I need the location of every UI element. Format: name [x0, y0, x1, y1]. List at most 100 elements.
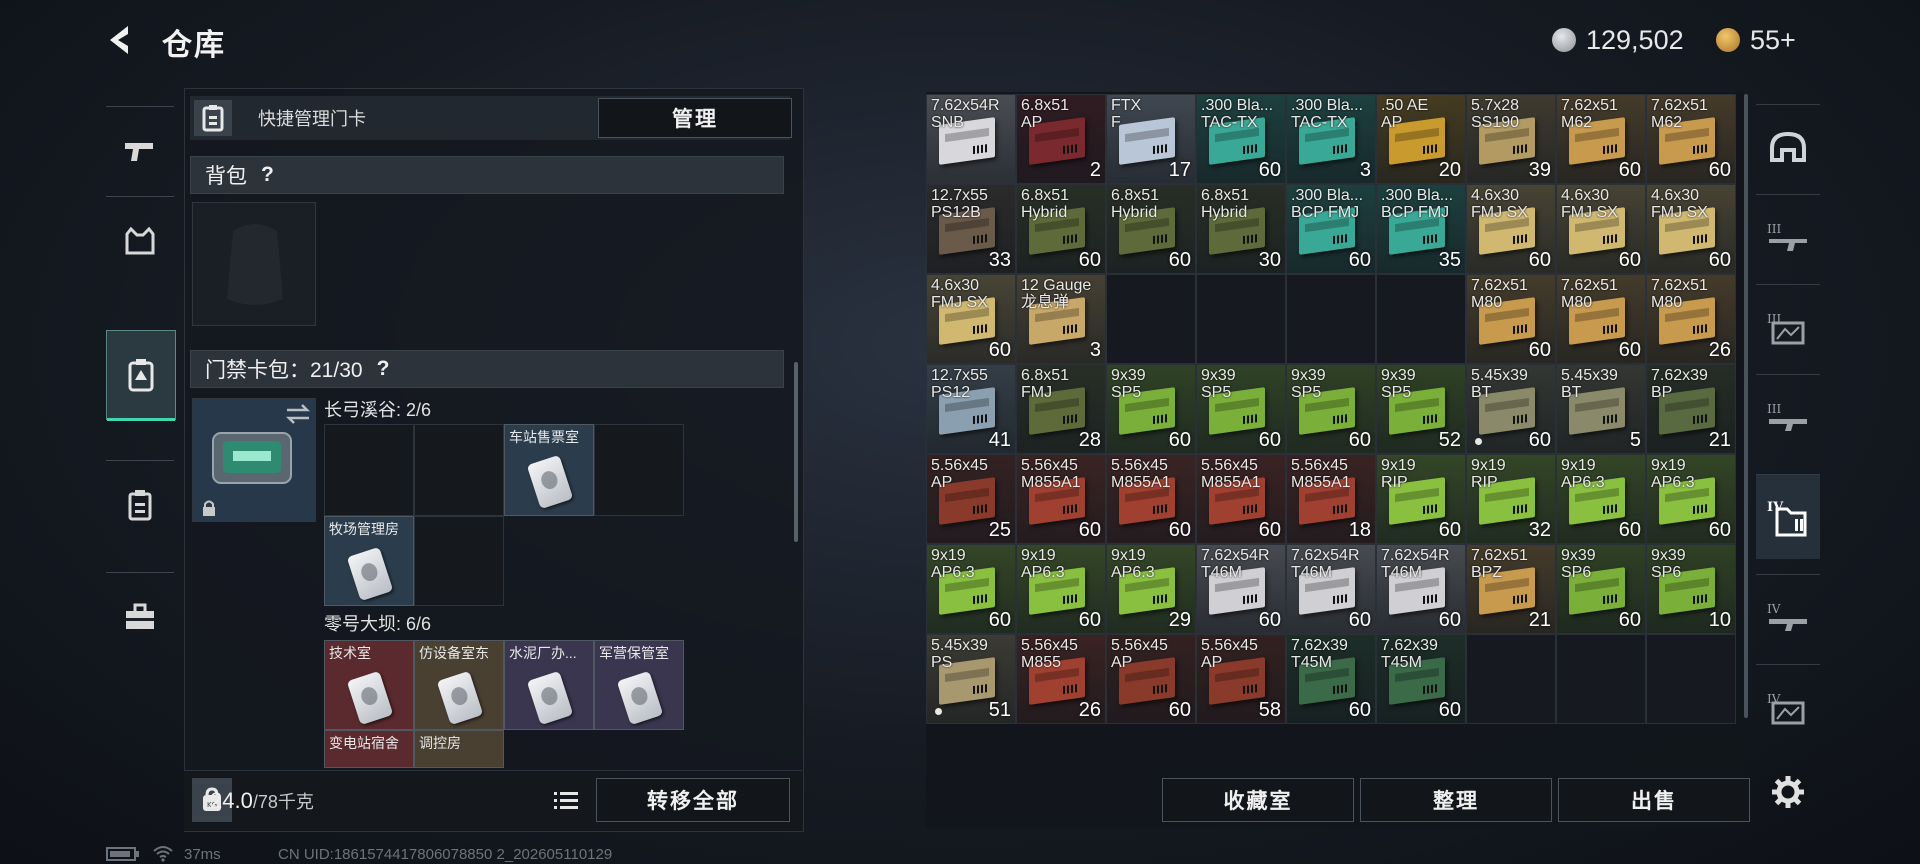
inventory-item[interactable]: 7.62x39 T45M 60 [1286, 634, 1376, 724]
tab-tier3-rifle[interactable]: III [1756, 194, 1820, 279]
inventory-slot-empty[interactable] [1556, 634, 1646, 724]
backpack-slot[interactable] [192, 202, 316, 326]
inventory-item[interactable]: 9x39 SP5 60 [1106, 364, 1196, 454]
keycard-item[interactable]: 军营保管室 [594, 640, 684, 730]
card-slot-empty[interactable] [414, 516, 504, 606]
inventory-item[interactable]: .300 Bla... TAC-TX 60 [1196, 94, 1286, 184]
tab-keycards[interactable] [106, 330, 176, 421]
inventory-item[interactable]: 7.62x51 M62 60 [1646, 94, 1736, 184]
tab-helmet[interactable] [1756, 104, 1820, 189]
inventory-item[interactable]: .300 Bla... BCP FMJ 35 [1376, 184, 1466, 274]
inventory-item[interactable]: 9x19 AP6.3 60 [1016, 544, 1106, 634]
swap-arrows-icon[interactable] [285, 403, 311, 425]
settings-button[interactable] [1756, 750, 1820, 834]
inventory-item[interactable]: 5.56x45 M855 26 [1016, 634, 1106, 724]
inventory-item[interactable]: 12 Gauge 龙息弹 3 [1016, 274, 1106, 364]
inventory-item[interactable]: 9x39 SP6 60 [1556, 544, 1646, 634]
tab-clipboard[interactable] [106, 460, 174, 549]
inventory-slot-empty[interactable] [1646, 634, 1736, 724]
inventory-item[interactable]: 5.7x28 SS190 39 [1466, 94, 1556, 184]
inventory-item[interactable]: 7.62x51 M80 60 [1556, 274, 1646, 364]
backpack-help-icon[interactable]: ? [261, 163, 274, 187]
inventory-item[interactable]: 5.56x45 M855A1 60 [1016, 454, 1106, 544]
inventory-slot-empty[interactable] [1106, 274, 1196, 364]
inventory-item[interactable]: 9x19 AP6.3 29 [1106, 544, 1196, 634]
inventory-item[interactable]: 9x39 SP5 60 [1196, 364, 1286, 454]
keycard-item[interactable]: 调控房 [414, 730, 504, 768]
keycard-item[interactable]: 水泥厂办... [504, 640, 594, 730]
list-view-button[interactable] [546, 782, 586, 818]
inventory-item[interactable]: 5.56x45 AP 25 [926, 454, 1016, 544]
inventory-item[interactable]: 9x39 SP5 60 [1286, 364, 1376, 454]
inventory-item[interactable]: 5.45x39 BT 60 [1466, 364, 1556, 454]
inventory-item[interactable]: 9x39 SP5 52 [1376, 364, 1466, 454]
keycard-item[interactable]: 技术室 [324, 640, 414, 730]
inventory-item[interactable]: 12.7x55 PS12B 33 [926, 184, 1016, 274]
tab-toolbox[interactable] [106, 572, 174, 661]
inventory-item[interactable]: FTX F 17 [1106, 94, 1196, 184]
transfer-all-button[interactable]: 转移全部 [596, 778, 790, 822]
inventory-item[interactable]: 7.62x54R T46M 60 [1196, 544, 1286, 634]
inventory-item[interactable]: 5.45x39 BT 5 [1556, 364, 1646, 454]
inventory-item[interactable]: 9x39 SP6 10 [1646, 544, 1736, 634]
tab-tier3-map[interactable]: III [1756, 284, 1820, 369]
keycard-wallet-slot[interactable] [192, 398, 316, 522]
inventory-item[interactable]: .300 Bla... TAC-TX 3 [1286, 94, 1376, 184]
back-arrow-icon[interactable] [104, 22, 140, 58]
inventory-item[interactable]: 7.62x51 M62 60 [1556, 94, 1646, 184]
inventory-item[interactable]: 5.56x45 M855A1 60 [1196, 454, 1286, 544]
collection-room-button[interactable]: 收藏室 [1162, 778, 1354, 822]
card-slot-empty[interactable] [414, 424, 504, 516]
card-pack-help-icon[interactable]: ? [377, 357, 390, 381]
sell-button[interactable]: 出售 [1558, 778, 1750, 822]
inventory-item[interactable]: 7.62x51 M80 60 [1466, 274, 1556, 364]
inventory-item[interactable]: 7.62x54R T46M 60 [1286, 544, 1376, 634]
tab-weapons[interactable] [106, 106, 174, 195]
inventory-item[interactable]: 12.7x55 PS12 41 [926, 364, 1016, 454]
tab-armor[interactable] [106, 196, 174, 285]
inventory-item[interactable]: 6.8x51 FMJ 28 [1016, 364, 1106, 454]
inventory-item[interactable]: .50 AE AP 20 [1376, 94, 1466, 184]
inventory-item[interactable]: 9x19 RIP 60 [1376, 454, 1466, 544]
keycard-item[interactable]: 仿设备室东 [414, 640, 504, 730]
inventory-item[interactable]: 5.56x45 M855A1 18 [1286, 454, 1376, 544]
inventory-item[interactable]: 9x19 RIP 32 [1466, 454, 1556, 544]
inventory-item[interactable]: 7.62x51 BPZ 21 [1466, 544, 1556, 634]
inventory-item[interactable]: 6.8x51 Hybrid 60 [1106, 184, 1196, 274]
inventory-item[interactable]: 5.45x39 PS 51 [926, 634, 1016, 724]
card-slot-empty[interactable] [324, 424, 414, 516]
inventory-slot-empty[interactable] [1376, 274, 1466, 364]
currency-premium[interactable]: 55+ [1716, 22, 1796, 58]
inventory-slot-empty[interactable] [1196, 274, 1286, 364]
inventory-item[interactable]: 9x19 AP6.3 60 [926, 544, 1016, 634]
inventory-slot-empty[interactable] [1466, 634, 1556, 724]
inventory-item[interactable]: 9x19 AP6.3 60 [1646, 454, 1736, 544]
inventory-slot-empty[interactable] [1286, 274, 1376, 364]
inventory-item[interactable]: 5.56x45 M855A1 60 [1106, 454, 1196, 544]
inventory-item[interactable]: 6.8x51 Hybrid 30 [1196, 184, 1286, 274]
sort-button[interactable]: 整理 [1360, 778, 1552, 822]
inventory-scrollbar[interactable] [1744, 94, 1748, 718]
inventory-item[interactable]: 4.6x30 FMJ SX 60 [1646, 184, 1736, 274]
inventory-item[interactable]: 7.62x39 BP 21 [1646, 364, 1736, 454]
inventory-item[interactable]: .300 Bla... BCP FMJ 60 [1286, 184, 1376, 274]
tab-tier4-map[interactable]: IV [1756, 664, 1820, 749]
inventory-item[interactable]: 7.62x54R T46M 60 [1376, 544, 1466, 634]
card-slot-empty[interactable] [594, 424, 684, 516]
inventory-item[interactable]: 5.56x45 AP 58 [1196, 634, 1286, 724]
inventory-item[interactable]: 4.6x30 FMJ SX 60 [1466, 184, 1556, 274]
keycard-item[interactable]: 变电站宿舍 [324, 730, 414, 768]
keycard-item[interactable]: 牧场管理房 [324, 516, 414, 606]
inventory-item[interactable]: 6.8x51 Hybrid 60 [1016, 184, 1106, 274]
inventory-item[interactable]: 6.8x51 AP 2 [1016, 94, 1106, 184]
inventory-item[interactable]: 5.56x45 AP 60 [1106, 634, 1196, 724]
inventory-item[interactable]: 7.62x51 M80 26 [1646, 274, 1736, 364]
tab-tier4-folder[interactable]: IV [1756, 474, 1820, 559]
inventory-item[interactable]: 4.6x30 FMJ SX 60 [926, 274, 1016, 364]
inventory-item[interactable]: 9x19 AP6.3 60 [1556, 454, 1646, 544]
inventory-item[interactable]: 7.62x39 T45M 60 [1376, 634, 1466, 724]
inventory-item[interactable]: 4.6x30 FMJ SX 60 [1556, 184, 1646, 274]
left-panel-scrollbar[interactable] [794, 362, 798, 542]
inventory-item[interactable]: 7.62x54R SNB [926, 94, 1016, 184]
tab-tier4-weapon[interactable]: IV [1756, 574, 1820, 659]
